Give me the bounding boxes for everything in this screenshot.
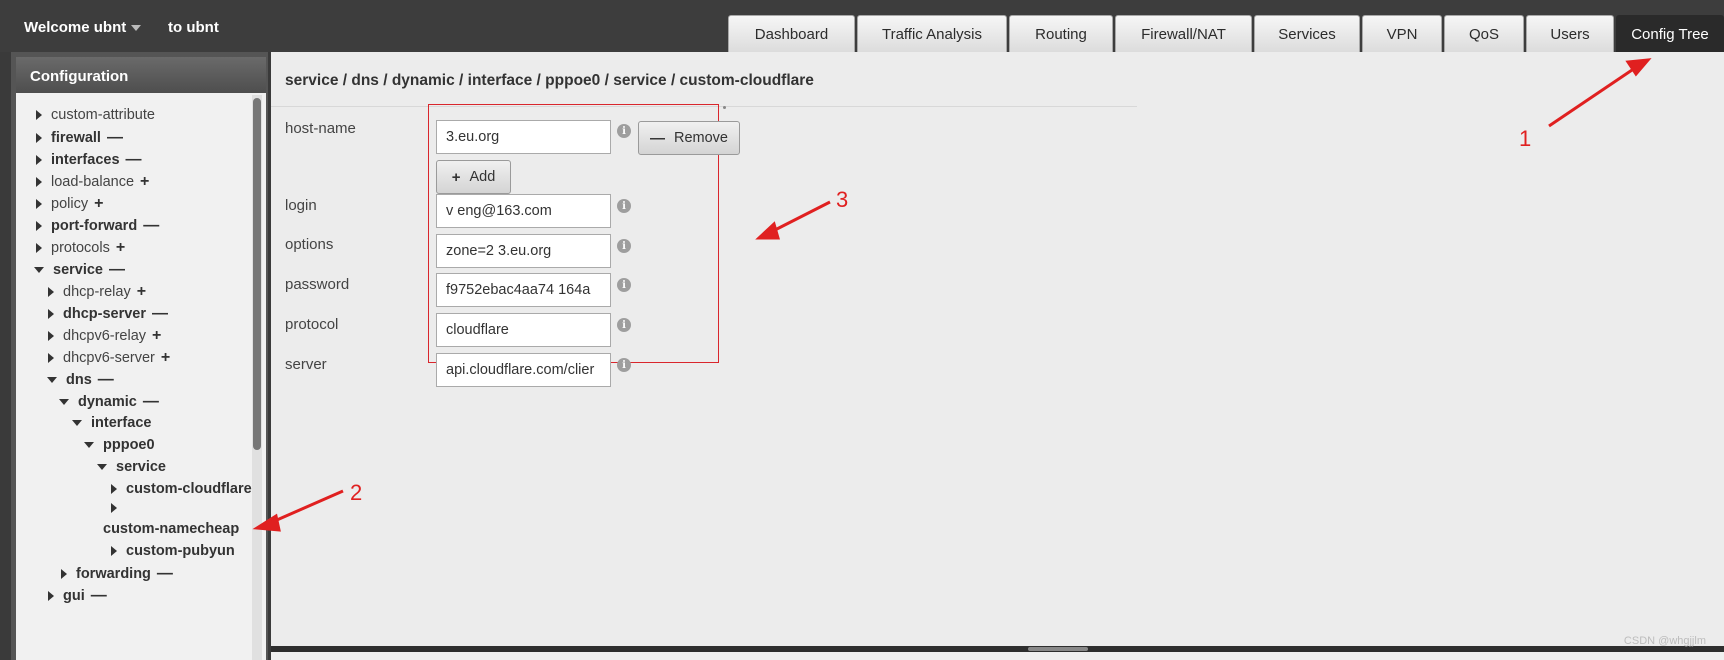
annotation-label-1: 1 [1519, 126, 1532, 151]
annotation-label-2: 2 [350, 480, 363, 505]
arrow-3-head [755, 221, 780, 240]
annotation-arrows [252, 58, 1652, 532]
arrow-1-line [1548, 66, 1636, 128]
arrow-2-line [269, 489, 344, 525]
arrow-2-head [252, 513, 281, 532]
annotation-label-3: 3 [836, 187, 849, 212]
arrow-3-line [770, 200, 831, 234]
watermark: CSDN @whgjjlm [1623, 635, 1706, 647]
